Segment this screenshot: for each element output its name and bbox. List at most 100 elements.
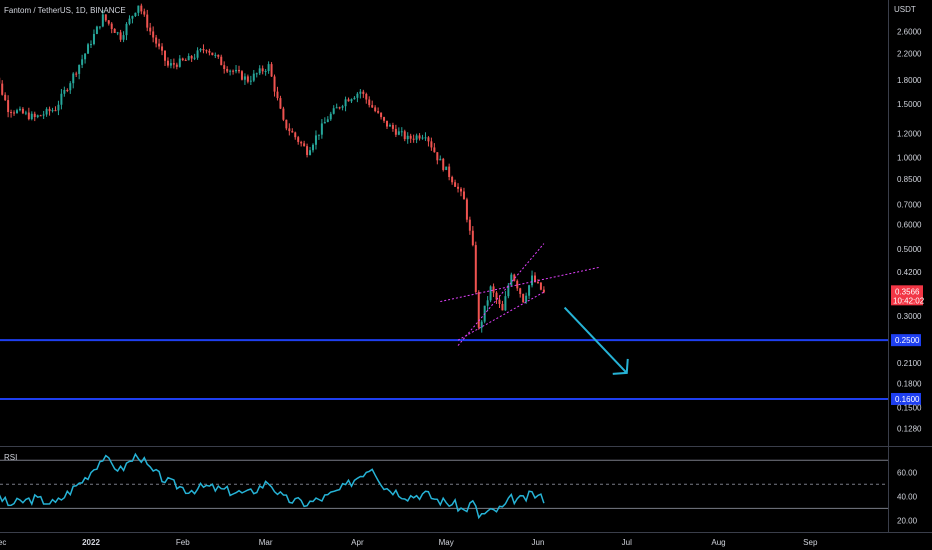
candle-body — [264, 71, 267, 73]
candle-body — [255, 73, 258, 75]
candle-body — [323, 122, 326, 124]
price-tick-label: 0.5000 — [897, 245, 922, 254]
candle-body — [122, 35, 125, 40]
candle-body — [380, 112, 383, 118]
price-axis[interactable]: 2.6000 2.2000 1.8000 1.5000 1.2000 1.0000 0.85… — [897, 27, 922, 525]
candle-body — [451, 177, 454, 183]
candle-body — [164, 50, 166, 61]
candle-body — [477, 291, 480, 328]
time-tick-label: May — [439, 538, 454, 547]
candle-body — [501, 303, 504, 311]
candle-body — [314, 135, 317, 145]
candle-body — [465, 199, 468, 220]
candle-body — [249, 80, 252, 82]
price-tick-label: 0.6000 — [897, 221, 922, 230]
candle-body — [445, 166, 448, 170]
candle-body — [193, 57, 196, 59]
candle-body — [205, 50, 208, 52]
candle-body — [125, 23, 128, 36]
candle-body — [45, 108, 48, 115]
price-tick-label: 0.8500 — [897, 175, 922, 184]
candle-body — [116, 32, 119, 34]
candle-body — [454, 182, 457, 187]
candle-body — [226, 68, 229, 72]
rsi-pane — [0, 0, 932, 533]
candle-body — [143, 11, 146, 15]
candle-body — [220, 56, 223, 66]
candle-body — [90, 44, 92, 46]
time-tick-label: Mar — [259, 538, 273, 547]
candle-body — [87, 44, 90, 54]
candle-body — [374, 107, 377, 112]
candle-body — [442, 158, 445, 170]
candle-body — [486, 300, 489, 306]
chart-title: Fantom / TetherUS, 1D, BINANCE — [4, 6, 126, 15]
candle-body — [208, 50, 211, 53]
price-tick-label: 1.8000 — [897, 76, 922, 85]
candle-body — [344, 99, 347, 107]
candle-body — [279, 98, 282, 109]
candle-body — [223, 65, 226, 69]
candle-body — [267, 64, 270, 72]
time-axis[interactable]: Dec 2022 Feb Mar Apr May Jun Jul Aug Sep — [0, 538, 818, 547]
channel-line — [457, 291, 545, 341]
y-axis-unit: USDT — [894, 5, 916, 14]
candle-body — [504, 296, 507, 311]
candle-body — [377, 111, 380, 113]
candle-body — [270, 64, 273, 77]
candle-body — [371, 105, 374, 108]
candle-body — [235, 69, 238, 72]
candle-body — [101, 14, 104, 27]
candle-body — [104, 14, 107, 21]
candle-body — [525, 295, 528, 303]
price-tick-label: 1.2000 — [897, 129, 922, 138]
candle-body — [386, 120, 388, 127]
candle-body — [199, 49, 202, 51]
candle-body — [155, 37, 158, 44]
candle-body — [294, 132, 297, 138]
countdown-label: 10:42:02 — [893, 296, 925, 305]
candle-body — [33, 113, 36, 118]
candle-body — [214, 54, 217, 56]
candle-body — [258, 68, 261, 74]
candle-body — [137, 5, 140, 13]
candle-body — [397, 131, 400, 135]
candle-body — [27, 112, 30, 120]
rsi-tick-label: 40.00 — [897, 492, 918, 501]
candle-body — [412, 138, 415, 140]
drawings: 0.25000.16000.356610:42:02 — [0, 243, 925, 405]
candle-body — [42, 114, 45, 116]
price-tick-label: 0.7000 — [897, 200, 922, 209]
candle-body — [528, 285, 531, 296]
candle-body — [81, 59, 84, 65]
chart: 0.25000.16000.356610:42:02 2.6000 2.2000 1… — [0, 0, 932, 547]
candle-body — [51, 110, 54, 112]
candle-body — [326, 119, 329, 123]
candle-body — [471, 230, 474, 246]
candle-body — [338, 107, 341, 109]
candle-body — [341, 106, 344, 108]
candle-body — [329, 113, 332, 120]
candle-body — [468, 219, 471, 231]
candle-body — [211, 52, 214, 56]
candle-body — [368, 99, 371, 106]
candle-body — [282, 108, 285, 120]
candle-body — [252, 73, 255, 81]
candle-body — [297, 137, 300, 142]
price-tick-label: 0.4200 — [897, 268, 922, 277]
candle-body — [415, 135, 418, 140]
candle-body — [95, 26, 98, 34]
price-tick-label: 0.1280 — [897, 424, 922, 433]
candle-body — [317, 134, 320, 136]
candle-body — [134, 12, 137, 17]
candle-body — [353, 97, 356, 100]
candle-body — [365, 93, 368, 100]
candle-body — [276, 91, 279, 99]
candle-body — [291, 131, 294, 133]
candle-body — [63, 89, 66, 94]
candle-body — [288, 128, 291, 132]
candle-body — [84, 53, 87, 60]
candle-body — [462, 191, 465, 200]
candle-body — [78, 64, 81, 74]
time-tick-label: Jun — [532, 538, 545, 547]
